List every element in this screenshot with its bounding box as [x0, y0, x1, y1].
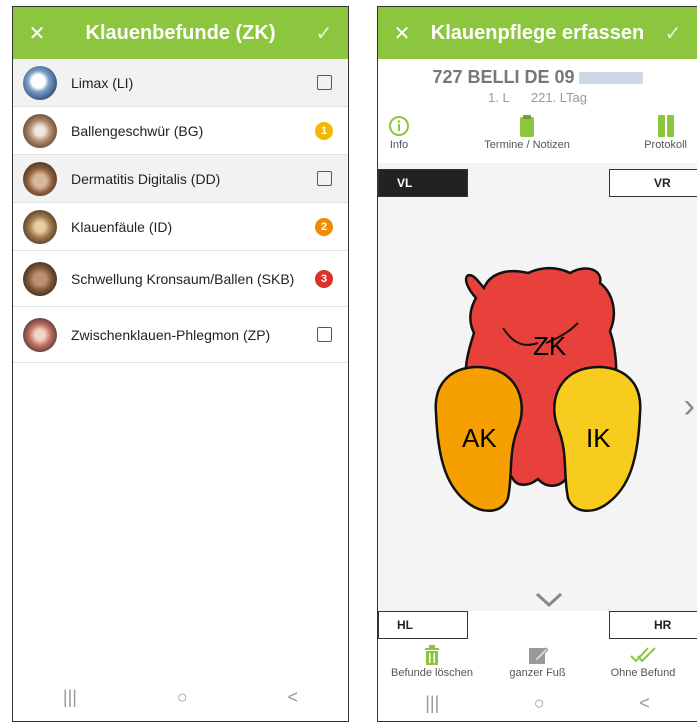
- recent-apps-button[interactable]: |||: [63, 687, 77, 708]
- tab-bar: Info Termine / Notizen Protokoll: [378, 105, 697, 159]
- severity-badge: 2: [315, 217, 333, 236]
- screen-title: Klauenpflege erfassen: [430, 21, 645, 44]
- whole-foot-button[interactable]: ganzer Fuß: [488, 643, 588, 687]
- edit-icon: [528, 643, 548, 667]
- lactation-day: 221. LTag: [530, 90, 587, 105]
- app-bar: ✕ Klauenpflege erfassen ✓: [378, 7, 697, 59]
- action-label: Ohne Befund: [610, 667, 676, 679]
- double-check-icon: [630, 643, 656, 667]
- avatar: [23, 317, 57, 352]
- leg-hl-button[interactable]: HL: [378, 611, 468, 639]
- system-nav-bar: ||| ○ <: [378, 685, 697, 721]
- avatar: [23, 161, 57, 196]
- screen-title: Klauenbefunde (ZK): [85, 21, 276, 44]
- chevron-down-icon[interactable]: [534, 591, 564, 609]
- confirm-button[interactable]: ✓: [649, 21, 697, 46]
- list-item-label: Zwischenklauen-Phlegmon (ZP): [71, 326, 271, 343]
- leg-hr-button[interactable]: HR: [609, 611, 697, 639]
- checkbox[interactable]: [317, 171, 332, 186]
- list-item-label: Schwellung Kronsaum/Ballen (SKB): [71, 270, 295, 287]
- confirm-button[interactable]: ✓: [300, 21, 348, 46]
- list-item-label: Dermatitis Digitalis (DD): [71, 170, 221, 187]
- recent-apps-button[interactable]: |||: [425, 693, 439, 714]
- severity-badge: 3: [315, 269, 333, 288]
- avatar: [23, 113, 57, 148]
- severity-badge: 1: [315, 121, 333, 140]
- back-button[interactable]: <: [288, 687, 299, 708]
- zone-zk-label: ZK: [533, 331, 567, 361]
- tab-label: Termine / Notizen: [484, 139, 570, 151]
- list-item[interactable]: Schwellung Kronsaum/Ballen (SKB) 3: [13, 251, 348, 307]
- list-item-label: Ballengeschwür (BG): [71, 122, 204, 139]
- close-button[interactable]: ✕: [13, 21, 61, 46]
- no-finding-button[interactable]: Ohne Befund: [593, 643, 693, 687]
- tab-label: Protokoll: [644, 139, 687, 151]
- list-item[interactable]: Ballengeschwür (BG) 1: [13, 107, 348, 155]
- home-button[interactable]: ○: [177, 687, 188, 708]
- clipboard-icon: [519, 113, 535, 139]
- lactation-number: 1. L: [487, 90, 510, 105]
- book-icon: [657, 113, 675, 139]
- avatar: [23, 209, 57, 244]
- tab-info[interactable]: Info: [388, 113, 410, 159]
- tab-label: Info: [389, 139, 409, 151]
- list-item[interactable]: Limax (LI): [13, 59, 348, 107]
- close-button[interactable]: ✕: [378, 21, 426, 46]
- list-item-label: Limax (LI): [71, 74, 134, 91]
- list-item[interactable]: Zwischenklauen-Phlegmon (ZP): [13, 307, 348, 363]
- action-bar: Befunde löschen ganzer Fuß Ohne Befund: [378, 643, 697, 687]
- checkbox[interactable]: [317, 327, 332, 342]
- list-item[interactable]: Klauenfäule (ID) 2: [13, 203, 348, 251]
- zone-ik-label: IK: [586, 423, 611, 453]
- checkbox[interactable]: [317, 75, 332, 90]
- redacted-number: [578, 72, 643, 85]
- list-item[interactable]: Dermatitis Digitalis (DD): [13, 155, 348, 203]
- trash-icon: [423, 643, 441, 667]
- animal-id: 727 BELLI DE 09: [432, 67, 575, 87]
- list-item-label: Klauenfäule (ID): [71, 218, 173, 235]
- left-screen: ✕ Klauenbefunde (ZK) ✓ Limax (LI) Ballen…: [12, 6, 349, 722]
- app-bar: ✕ Klauenbefunde (ZK) ✓: [13, 7, 348, 59]
- tab-protokoll[interactable]: Protokoll: [644, 113, 687, 159]
- right-screen: ✕ Klauenpflege erfassen ✓ 727 BELLI DE 0…: [377, 6, 697, 722]
- avatar: [23, 261, 57, 296]
- back-button[interactable]: <: [639, 693, 650, 714]
- system-nav-bar: ||| ○ <: [13, 673, 348, 721]
- action-label: ganzer Fuß: [509, 667, 566, 679]
- tab-termine[interactable]: Termine / Notizen: [484, 113, 570, 159]
- zone-ak-label: AK: [462, 423, 497, 453]
- action-label: Befunde löschen: [391, 667, 473, 679]
- home-button[interactable]: ○: [534, 693, 545, 714]
- delete-findings-button[interactable]: Befunde löschen: [382, 643, 482, 687]
- info-icon: [388, 113, 410, 139]
- animal-header: 727 BELLI DE 09 1. L 221. LTag: [378, 59, 697, 105]
- avatar: [23, 65, 57, 100]
- claw-diagram-area: VL VR ZK AK IK ›: [378, 163, 697, 611]
- next-leg-chevron[interactable]: ›: [684, 387, 695, 426]
- claw-diagram: ZK AK IK: [434, 266, 642, 512]
